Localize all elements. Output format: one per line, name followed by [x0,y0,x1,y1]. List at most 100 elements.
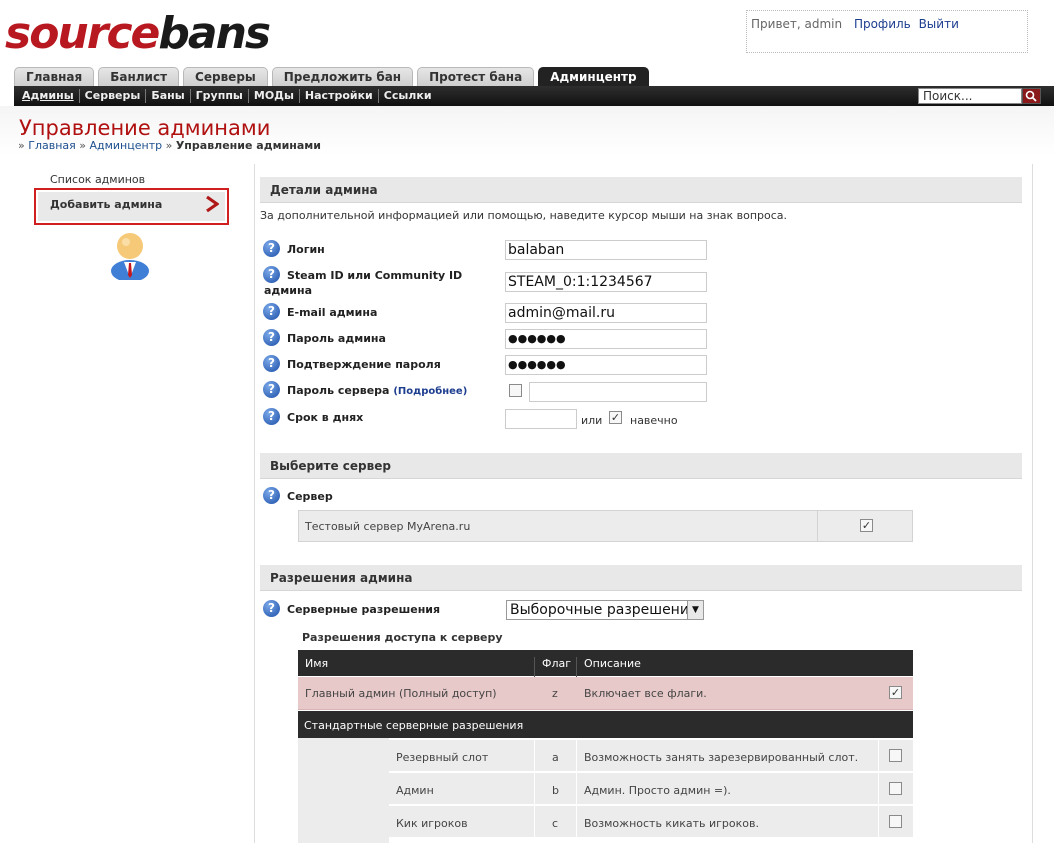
column-header-name: Имя [305,657,329,670]
help-hint: За дополнительной информацией или помощь… [260,209,788,222]
admin-avatar-icon [111,233,149,280]
search-input[interactable]: Поиск... [918,88,1022,104]
subnav-settings[interactable]: Настройки [300,89,379,103]
steamid-label-line2: админа [264,284,313,297]
user-greeting: Привет, admin [751,17,843,31]
server-permissions-label: Серверные разрешения [287,603,441,616]
steamid-field[interactable]: STEAM_0:1:1234567 [505,272,707,292]
column-divider [817,511,818,541]
days-or-text: или [581,414,603,427]
help-question-icon[interactable]: ? [263,240,280,257]
main-tabs: Главная Банлист Серверы Предложить бан П… [14,67,653,86]
forever-checkbox[interactable]: ✓ [609,411,622,424]
column-header-description: Описание [584,657,641,670]
permission-flag: z [552,687,558,700]
section-title: Выберите сервер [270,459,391,473]
server-password-checkbox[interactable] [509,384,522,397]
permission-flag: b [552,784,559,797]
subnav-bans[interactable]: Баны [146,89,191,103]
page-root: source bans Привет, admin Профиль Выйти Г… [0,0,1054,843]
permission-description: Возможность кикать игроков. [584,817,759,830]
permission-group-indent [298,738,389,843]
sidebar-item-admin-list[interactable]: Список админов [50,173,145,186]
help-question-icon[interactable]: ? [263,329,280,346]
help-question-icon[interactable]: ? [263,303,280,320]
permission-description: Возможность занять зарезервированный сло… [584,751,859,764]
table-header: Имя Флаг Описание [298,650,913,683]
email-label: E-mail админа [287,306,378,319]
tab-servers[interactable]: Серверы [183,67,268,86]
section-select-server: Выберите сервер [260,453,1022,479]
password-field[interactable]: ●●●●●● [505,329,707,349]
permission-flag: c [552,817,559,830]
logout-link[interactable]: Выйти [919,17,959,31]
permission-checkbox[interactable] [889,782,902,795]
permission-name: Главный админ (Полный доступ) [305,687,497,700]
subnav-links[interactable]: Ссылки [379,89,437,103]
permission-checkbox[interactable] [889,749,902,762]
help-question-icon[interactable]: ? [263,408,280,425]
column-divider [576,773,577,805]
column-divider [534,773,535,805]
permission-name: Кик игроков [396,817,468,830]
subnav-admins[interactable]: Админы [22,89,80,103]
server-row: Тестовый сервер MyArena.ru ✓ [298,510,913,542]
server-name: Тестовый сервер MyArena.ru [305,520,471,533]
permission-checkbox[interactable]: ✓ [889,686,902,699]
help-question-icon[interactable]: ? [263,381,280,398]
sub-navigation-bar: Админы Серверы Баны Группы МОДы Настройк… [14,86,1054,106]
subnav-groups[interactable]: Группы [191,89,249,103]
page-title: Управление админами [19,116,271,140]
section-title: Разрешения админа [270,571,413,585]
breadcrumb-home[interactable]: Главная [28,139,76,152]
server-permissions-select[interactable]: Выборочные разрешения ▼ [506,600,704,620]
column-divider [576,806,577,838]
breadcrumb-admin-center[interactable]: Админцентр [89,139,162,152]
search-icon [1025,90,1037,102]
server-password-label-text: Пароль сервера [287,384,390,397]
permission-name: Админ [396,784,434,797]
logo-text-source: source [5,8,160,59]
breadcrumb-current: Управление админами [175,139,322,152]
sourcebans-logo[interactable]: source bans [5,8,271,59]
forever-label: навечно [630,414,678,427]
sidebar-item-add-admin[interactable]: Добавить админа [34,188,229,225]
help-question-icon[interactable]: ? [263,600,280,617]
tab-admin-center[interactable]: Админцентр [538,67,649,86]
subnav-mods[interactable]: МОДы [249,89,300,103]
help-question-icon[interactable]: ? [263,487,280,504]
breadcrumb: » Главная » Админцентр » Управление адми… [18,139,322,152]
permission-checkbox[interactable] [889,815,902,828]
table-row-root: Главный админ (Полный доступ) z Включает… [298,677,913,710]
section-title: Детали админа [270,183,378,197]
days-field[interactable] [505,409,577,429]
tab-protest-ban[interactable]: Протест бана [417,67,535,86]
help-question-icon[interactable]: ? [263,355,280,372]
search-button[interactable] [1022,88,1041,104]
permissions-subheading: Разрешения доступа к серверу [302,631,503,644]
column-divider [576,740,577,772]
help-question-icon[interactable]: ? [263,266,280,283]
tab-submit-ban[interactable]: Предложить бан [271,67,414,86]
column-divider [878,773,879,805]
section-admin-details: Детали админа [260,177,1022,203]
server-password-more-link[interactable]: (Подробнее) [393,386,467,397]
password-label: Пароль админа [287,332,386,345]
confirm-password-label: Подтверждение пароля [287,358,441,371]
confirm-password-field[interactable]: ●●●●●● [505,355,707,375]
days-label: Срок в днях [287,411,364,424]
email-field[interactable]: admin@mail.ru [505,303,707,323]
profile-link[interactable]: Профиль [854,17,911,31]
table-row: Кик игроков c Возможность кикать игроков… [389,806,913,838]
tab-home[interactable]: Главная [14,67,95,86]
server-password-label: Пароль сервера (Подробнее) [287,384,467,397]
subnav-servers[interactable]: Серверы [80,89,147,103]
section-admin-permissions: Разрешения админа [260,565,1022,591]
sidebar-item-label: Добавить админа [50,198,163,211]
tab-banlist[interactable]: Банлист [98,67,180,86]
login-field[interactable]: balaban [505,240,707,260]
server-checkbox[interactable]: ✓ [860,519,873,532]
permission-description: Включает все флаги. [584,687,707,700]
logo-text-bans: bans [158,8,271,59]
server-password-field[interactable] [529,382,707,402]
